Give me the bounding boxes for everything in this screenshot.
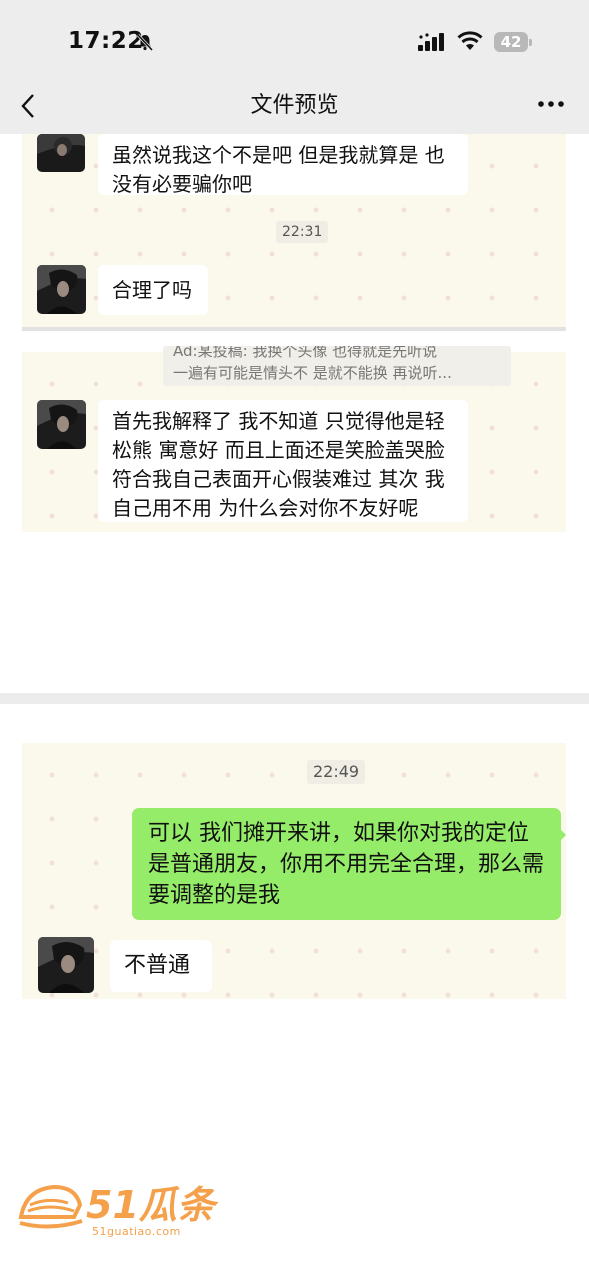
timestamp: 22:49 [307, 760, 366, 784]
watermark-logo-icon [18, 1184, 83, 1229]
contact-avatar [37, 134, 85, 172]
contact-avatar [37, 265, 86, 314]
quote-line: Ad:某投稿: 我换个头像 也得就是先听说 [173, 346, 438, 360]
message-bubble: 不普通 [110, 940, 212, 992]
signal-icon [418, 33, 444, 51]
panel-divider [22, 327, 566, 331]
battery-cap [529, 39, 532, 46]
quote-line: 一遍有可能是情头不 是就不能换 再说听... [173, 364, 452, 382]
timestamp: 22:31 [276, 221, 329, 243]
contact-avatar [38, 937, 94, 993]
battery-indicator: 42 [494, 32, 528, 52]
message-bubble: 虽然说我这个不是吧 但是我就算是 也没有必要骗你吧 [98, 134, 468, 196]
quoted-message: Ad:某投稿: 我换个头像 也得就是先听说 一遍有可能是情头不 是就不能换 再说… [163, 346, 511, 386]
page-break [0, 693, 589, 704]
watermark-url: 51guatiao.com [92, 1225, 181, 1238]
status-time: 17:22 [68, 28, 144, 54]
muted-bell-icon [136, 33, 154, 51]
watermark-brand: 51瓜条 [86, 1183, 215, 1227]
message-bubble: 合理了吗 [98, 265, 208, 315]
message-bubble: 首先我解释了 我不知道 只觉得他是轻松熊 寓意好 而且上面还是笑脸盖哭脸 符合我… [98, 400, 468, 522]
contact-avatar [37, 400, 86, 449]
sent-bubble-tail [559, 828, 566, 842]
wifi-icon [457, 31, 483, 50]
sent-message-bubble: 可以 我们摊开来讲，如果你对我的定位是普通朋友，你用不用完全合理，那么需要调整的… [132, 808, 561, 920]
more-options-icon[interactable] [538, 99, 564, 109]
page-title: 文件预览 [250, 93, 339, 118]
